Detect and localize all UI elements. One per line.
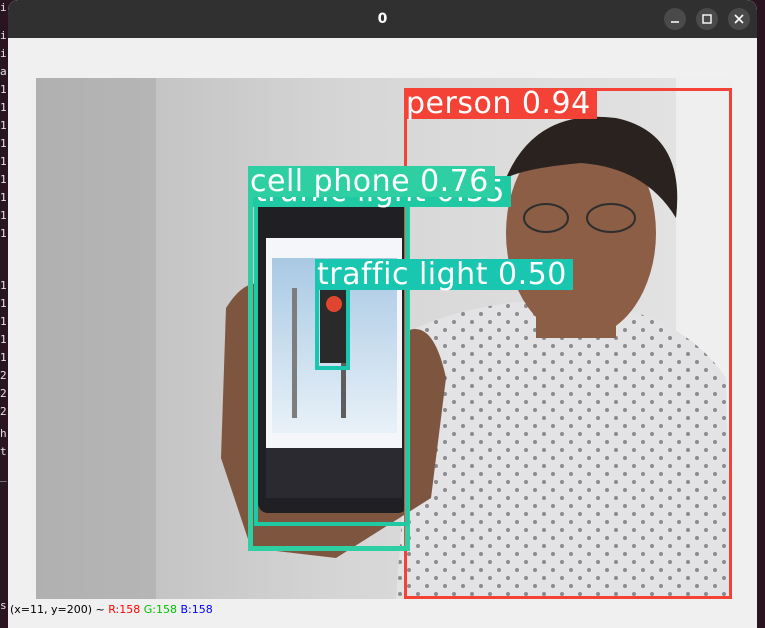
maximize-button[interactable] — [696, 8, 718, 30]
status-bar: (x=11, y=200) ~ R:158 G:158 B:158 — [8, 600, 757, 620]
title-bar[interactable]: 0 — [8, 0, 757, 38]
cell-phone-label: cell phone 0.76 — [248, 166, 495, 197]
camera-frame[interactable]: traffic light 0.55 person 0.94 cell phon… — [36, 78, 732, 599]
maximize-icon — [702, 14, 712, 24]
person-label: person 0.94 — [404, 88, 597, 119]
window-title: 0 — [377, 11, 388, 27]
image-viewer-window: 0 person 0.94 cell phone 0.76 traffic li… — [8, 0, 757, 628]
close-button[interactable] — [728, 8, 750, 30]
blue-value: B:158 — [180, 603, 213, 616]
traffic-light-label-050: traffic light 0.50 — [315, 259, 573, 290]
minimize-icon — [671, 21, 679, 23]
minimize-button[interactable] — [664, 8, 686, 30]
cursor-coords: (x=11, y=200) ~ — [10, 603, 105, 616]
close-icon — [734, 14, 744, 24]
traffic-light-box-050 — [315, 282, 350, 370]
green-value: G:158 — [143, 603, 177, 616]
red-value: R:158 — [108, 603, 141, 616]
